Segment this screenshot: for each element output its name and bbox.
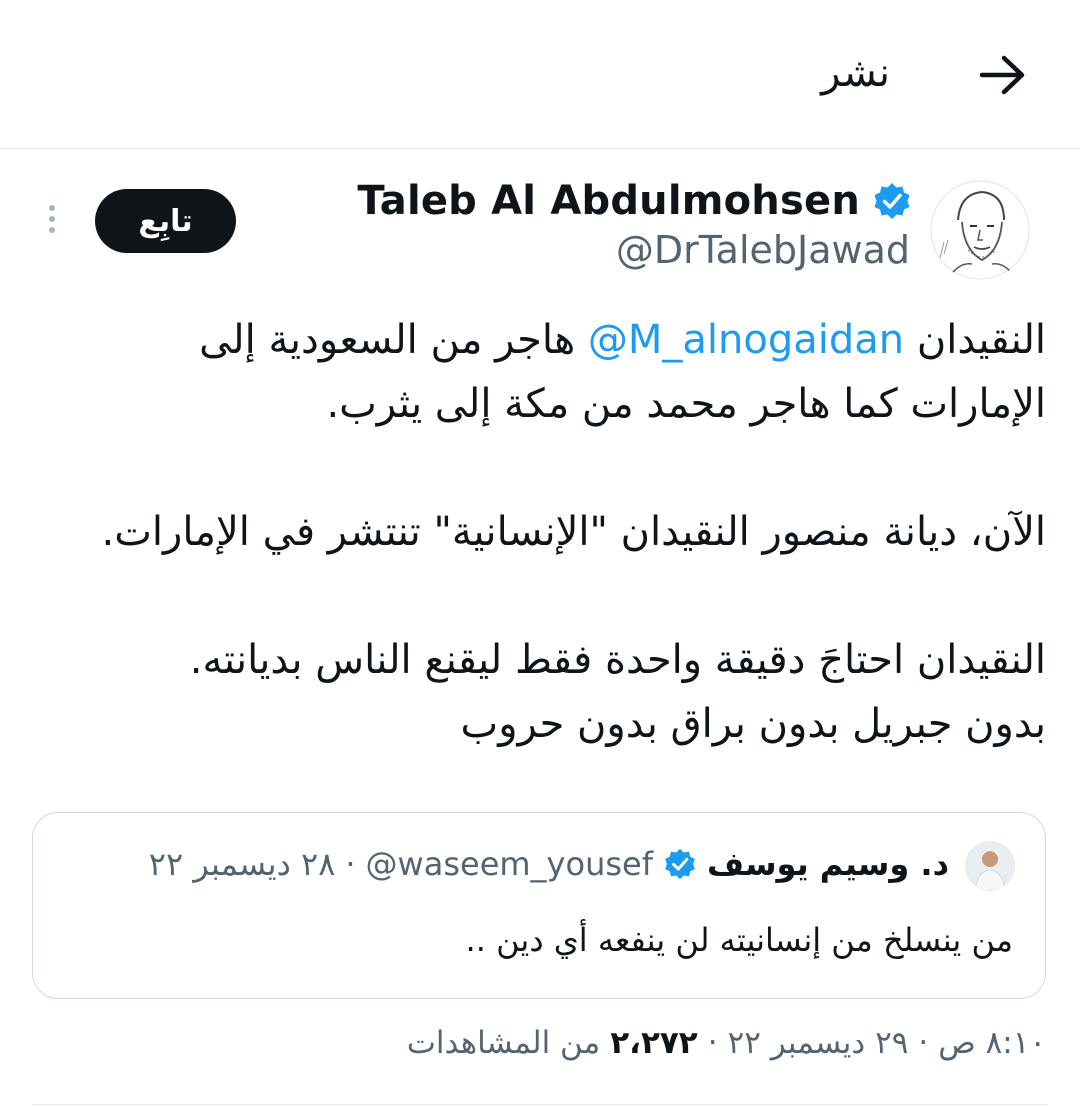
back-button[interactable]	[976, 50, 1032, 100]
quoted-author-name: د. وسيم يوسف	[706, 845, 949, 883]
tweet-text-segment: الآن، ديانة منصور النقيدان "الإنسانية" ت…	[101, 509, 1046, 555]
meta-separator: ·	[918, 1025, 929, 1061]
tweet-meta-line: ٨:١٠ ص · ٢٩ ديسمبر ٢٢ · ٢،٢٧٢ من المشاهد…	[407, 1025, 1046, 1061]
page-title: نشر	[821, 50, 890, 96]
avatar-person-image	[965, 841, 1015, 891]
author-display-name[interactable]: Taleb Al Abdulmohsen	[357, 178, 860, 224]
author-name-row: Taleb Al Abdulmohsen	[357, 178, 912, 224]
tweet-text-segment: هاجر من السعودية إلى	[199, 317, 588, 363]
divider	[32, 1104, 1048, 1105]
more-dot-icon	[49, 205, 55, 211]
quoted-author-handle: @waseem_yousef	[365, 845, 653, 883]
quoted-tweet-date: ٢٨ ديسمبر ٢٢	[148, 845, 336, 883]
arrow-right-icon	[979, 55, 1025, 95]
meta-separator: ·	[345, 845, 356, 883]
tweet-paragraph-1: النقيدان @M_alnogaidan هاجر من السعودية …	[36, 308, 1046, 436]
tweet-text-segment: النقيدان احتاجَ دقيقة واحدة فقط ليقنع ال…	[189, 637, 1046, 683]
tweet-text-segment: بدون جبريل بدون براق بدون حروب	[460, 701, 1046, 747]
author-handle[interactable]: @DrTalebJawad	[616, 228, 910, 272]
more-options-button[interactable]	[40, 200, 64, 244]
top-bar: نشر	[0, 0, 1080, 149]
quoted-tweet-text: من ينسلخ من إنسانيته لن ينفعه أي دين ..	[465, 921, 1013, 959]
more-dot-icon	[49, 216, 55, 222]
tweet-date[interactable]: ٢٩ ديسمبر ٢٢	[728, 1025, 909, 1061]
mention-link[interactable]: @M_alnogaidan	[588, 317, 904, 363]
follow-button[interactable]: تابِع	[95, 189, 236, 253]
verified-badge-icon	[874, 183, 910, 219]
more-dot-icon	[49, 227, 55, 233]
author-avatar[interactable]	[930, 180, 1030, 280]
views-label: من المشاهدات	[406, 1025, 601, 1061]
meta-separator: ·	[707, 1025, 718, 1061]
views-count: ٢،٢٧٢	[610, 1025, 698, 1061]
quoted-tweet-card[interactable]: د. وسيم يوسف @waseem_yousef · ٢٨ ديسمبر …	[32, 812, 1046, 999]
avatar-sketch-image	[930, 180, 1030, 280]
quoted-author-avatar[interactable]	[965, 841, 1015, 891]
tweet-text-segment: النقيدان	[904, 317, 1046, 363]
verified-badge-icon	[665, 848, 695, 880]
quoted-tweet-meta: د. وسيم يوسف @waseem_yousef · ٢٨ ديسمبر …	[149, 845, 949, 883]
tweet-text-segment: الإمارات كما هاجر محمد من مكة إلى يثرب.	[326, 381, 1046, 427]
tweet-paragraph-3: النقيدان احتاجَ دقيقة واحدة فقط ليقنع ال…	[36, 628, 1046, 756]
tweet-paragraph-2: الآن، ديانة منصور النقيدان "الإنسانية" ت…	[36, 500, 1046, 564]
tweet-body: النقيدان @M_alnogaidan هاجر من السعودية …	[36, 308, 1046, 756]
tweet-time[interactable]: ٨:١٠ ص	[938, 1025, 1046, 1061]
